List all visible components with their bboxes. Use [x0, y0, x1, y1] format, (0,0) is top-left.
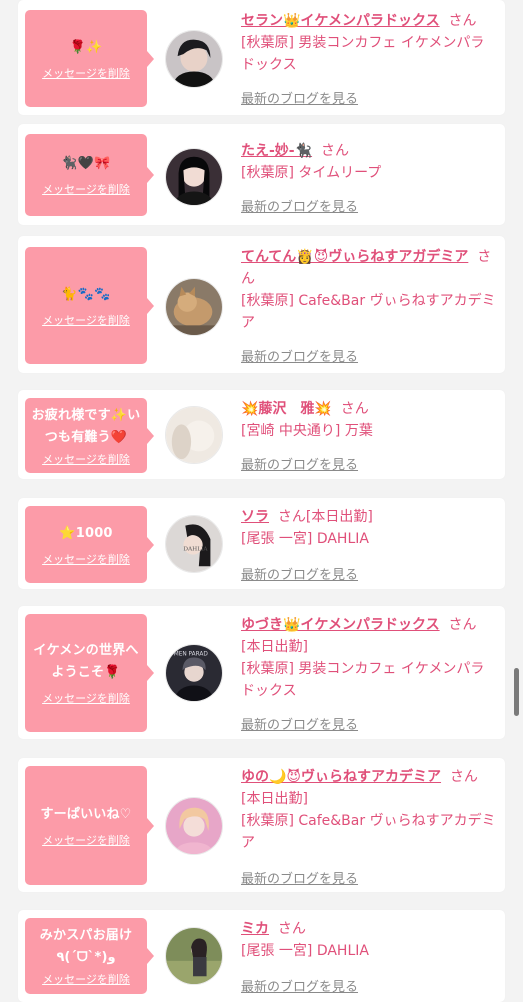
delete-message-link[interactable]: メッセージを削除 [42, 451, 130, 467]
delete-message-link[interactable]: メッセージを削除 [42, 551, 130, 567]
list-item: みかスパお届け٩(ˊᗜˋ*)و メッセージを削除 ミカ さん [尾張 一宮] D… [18, 910, 505, 1002]
scrollbar-thumb[interactable] [514, 668, 519, 716]
honorific: さん[本日出勤] [277, 509, 373, 525]
latest-blog-link[interactable]: 最新のブログを見る [241, 868, 358, 887]
message-bubble: みかスパお届け٩(ˊᗜˋ*)و メッセージを削除 [25, 918, 154, 994]
list-item: ⭐1000 メッセージを削除 DAHLIA ソラ さん[本日出勤] [尾張 一宮… [18, 498, 505, 589]
avatar[interactable]: DAHLIA [165, 515, 223, 573]
delete-message-link[interactable]: メッセージを削除 [42, 312, 130, 328]
avatar[interactable] [165, 797, 223, 855]
honorific: さん [320, 143, 349, 159]
message-bubble: イケメンの世界へようこそ🌹 メッセージを削除 [25, 614, 154, 732]
avatar[interactable] [165, 148, 223, 206]
cast-info: ミカ さん [尾張 一宮] DAHLIA [241, 918, 497, 962]
latest-blog-link[interactable]: 最新のブログを見る [241, 564, 358, 583]
message-text: 🌹✨ [69, 39, 103, 55]
message-text: 🐈🐾🐾 [61, 286, 111, 302]
message-text: 🐈‍⬛🖤🎀 [61, 156, 111, 171]
shop-info: [秋葉原] 男装コンカフェ イケメンパラドックス [241, 35, 485, 73]
svg-text:MEN PARAD: MEN PARAD [174, 652, 209, 658]
list-item: すーぱいいね♡ メッセージを削除 ゆの🌙😈ヴぃらねすアカデミア さん[本日出勤]… [18, 758, 505, 892]
shop-info: [秋葉原] タイムリープ [241, 165, 382, 181]
delete-message-link[interactable]: メッセージを削除 [42, 690, 130, 706]
cast-name-link[interactable]: 💥藤沢 雅💥 [241, 401, 332, 417]
svg-text:DAHLIA: DAHLIA [183, 547, 208, 553]
cast-name-link[interactable]: ゆの🌙😈ヴぃらねすアカデミア [241, 769, 441, 785]
avatar[interactable] [165, 927, 223, 985]
honorific: さん [340, 401, 369, 417]
cast-info: セラン👑イケメンパラドックス さん [秋葉原] 男装コンカフェ イケメンパラドッ… [241, 10, 497, 76]
message-bubble: 🌹✨ メッセージを削除 [25, 10, 154, 107]
honorific: さん [448, 617, 477, 633]
message-bubble: 🐈‍⬛🖤🎀 メッセージを削除 [25, 134, 154, 216]
list-item: 🐈🐾🐾 メッセージを削除 てんてん👸😈ヴぃらねすアガデミア さん [秋葉原] C… [18, 236, 505, 373]
shop-info: [尾張 一宮] DAHLIA [241, 531, 369, 547]
avatar[interactable] [165, 278, 223, 336]
cast-info: たえ-妙-🐈‍⬛ さん [秋葉原] タイムリープ [241, 140, 497, 184]
delete-message-link[interactable]: メッセージを削除 [42, 181, 130, 197]
cast-info: ソラ さん[本日出勤] [尾張 一宮] DAHLIA [241, 506, 497, 550]
message-text: ⭐1000 [59, 525, 113, 541]
list-item: お疲れ様です✨いつも有難う❤️ メッセージを削除 💥藤沢 雅💥 さん [宮崎 中… [18, 390, 505, 479]
latest-blog-link[interactable]: 最新のブログを見る [241, 88, 358, 107]
cast-name-link[interactable]: ゆづき👑イケメンパラドックス [241, 617, 440, 633]
list-item: イケメンの世界へようこそ🌹 メッセージを削除 MEN PARAD ゆづき👑イケメ… [18, 606, 505, 739]
list-item: 🌹✨ メッセージを削除 セラン👑イケメンパラドックス さん [秋葉原] 男装コン… [18, 0, 505, 115]
message-bubble: 🐈🐾🐾 メッセージを削除 [25, 247, 154, 364]
delete-message-link[interactable]: メッセージを削除 [42, 832, 130, 848]
shop-info: [秋葉原] Cafe&Bar ヴぃらねすアカデミア [241, 813, 496, 851]
message-bubble: ⭐1000 メッセージを削除 [25, 506, 154, 583]
cast-info: ゆづき👑イケメンパラドックス さん [本日出勤] [秋葉原] 男装コンカフェ イ… [241, 614, 497, 702]
latest-blog-link[interactable]: 最新のブログを見る [241, 454, 358, 473]
cast-info: 💥藤沢 雅💥 さん [宮崎 中央通り] 万葉 [241, 398, 497, 442]
cast-name-link[interactable]: たえ-妙-🐈‍⬛ [241, 143, 312, 159]
honorific: さん [277, 921, 306, 937]
message-text: お疲れ様です✨いつも有難う❤️ [31, 407, 141, 445]
delete-message-link[interactable]: メッセージを削除 [42, 65, 130, 81]
cast-name-link[interactable]: てんてん👸😈ヴぃらねすアガデミア [241, 249, 468, 265]
latest-blog-link[interactable]: 最新のブログを見る [241, 714, 358, 733]
cast-name-link[interactable]: ソラ [241, 509, 269, 525]
honorific: さん [448, 13, 477, 29]
avatar[interactable]: MEN PARAD [165, 644, 223, 702]
status-tag: [本日出勤] [241, 639, 308, 655]
message-bubble: お疲れ様です✨いつも有難う❤️ メッセージを削除 [25, 398, 154, 473]
cast-info: ゆの🌙😈ヴぃらねすアカデミア さん[本日出勤] [秋葉原] Cafe&Bar ヴ… [241, 766, 497, 854]
shop-info: [秋葉原] Cafe&Bar ヴぃらねすアカデミア [241, 293, 496, 331]
latest-blog-link[interactable]: 最新のブログを見る [241, 976, 358, 995]
avatar[interactable] [165, 30, 223, 88]
latest-blog-link[interactable]: 最新のブログを見る [241, 346, 358, 365]
latest-blog-link[interactable]: 最新のブログを見る [241, 196, 358, 215]
cast-info: てんてん👸😈ヴぃらねすアガデミア さん [秋葉原] Cafe&Bar ヴぃらねす… [241, 246, 497, 334]
delete-message-link[interactable]: メッセージを削除 [42, 971, 130, 987]
shop-info: [宮崎 中央通り] 万葉 [241, 423, 373, 439]
list-item: 🐈‍⬛🖤🎀 メッセージを削除 たえ-妙-🐈‍⬛ さん [秋葉原] タイムリープ … [18, 124, 505, 225]
avatar[interactable] [165, 406, 223, 464]
cast-name-link[interactable]: ミカ [241, 921, 269, 937]
cast-name-link[interactable]: セラン👑イケメンパラドックス [241, 13, 440, 29]
message-text: イケメンの世界へようこそ🌹 [33, 643, 139, 680]
message-text: みかスパお届け٩(ˊᗜˋ*)و [39, 928, 133, 965]
message-bubble: すーぱいいね♡ メッセージを削除 [25, 766, 154, 885]
shop-info: [秋葉原] 男装コンカフェ イケメンパラドックス [241, 661, 485, 699]
shop-info: [尾張 一宮] DAHLIA [241, 943, 369, 959]
message-text: すーぱいいね♡ [40, 806, 132, 822]
